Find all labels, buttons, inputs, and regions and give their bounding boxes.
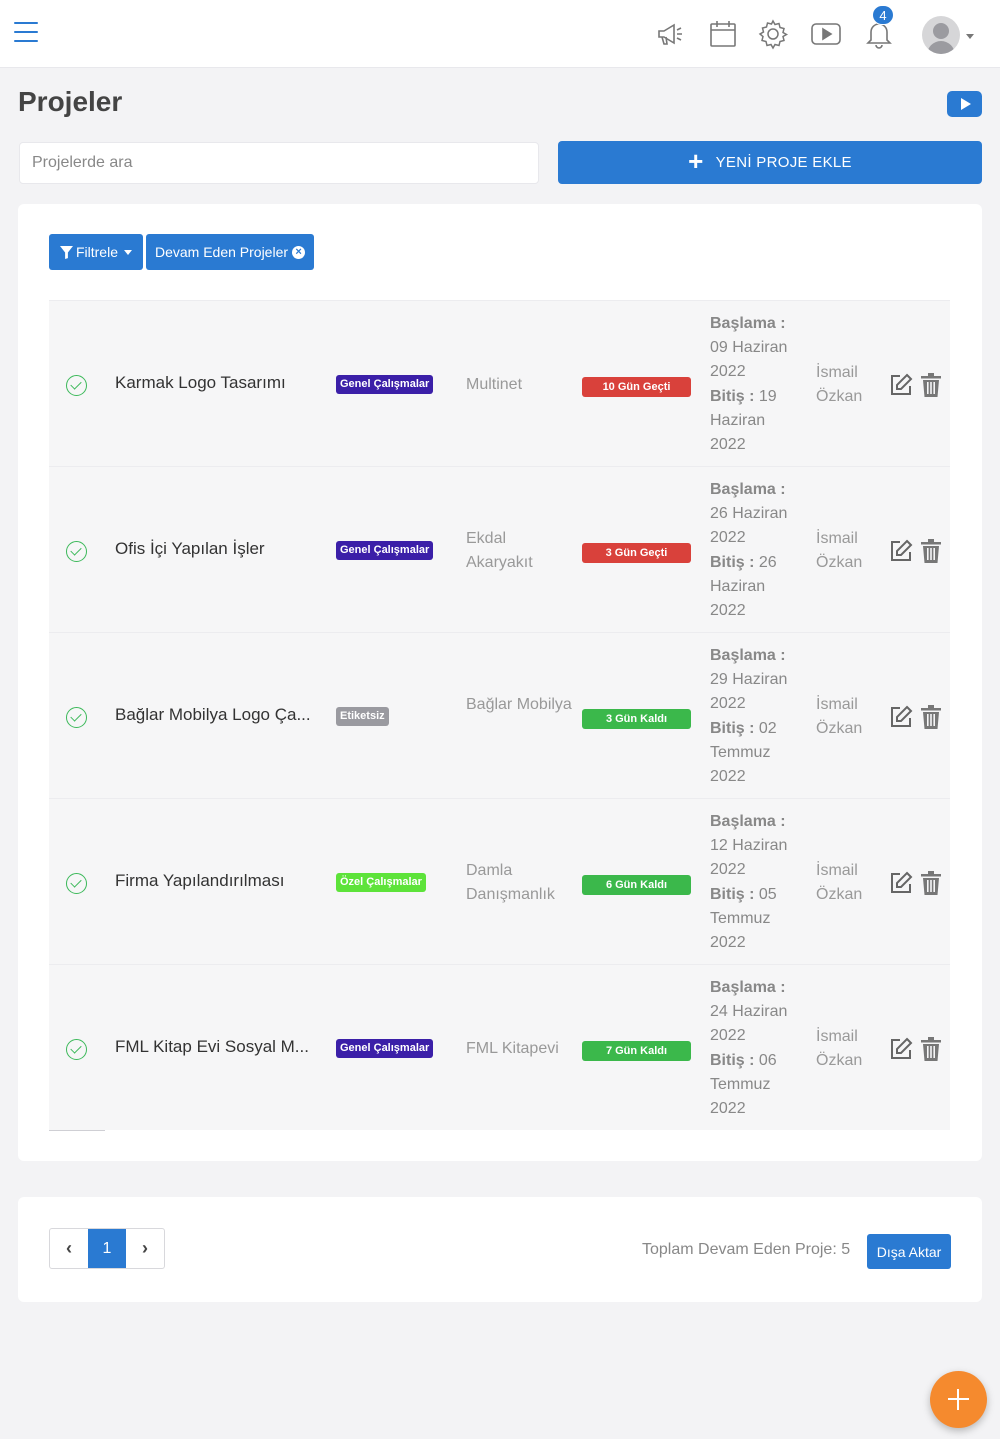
edit-icon[interactable] — [889, 871, 913, 895]
prev-page-button[interactable]: ‹ — [50, 1229, 88, 1268]
gear-icon[interactable] — [755, 16, 791, 52]
end-label: Bitiş : — [710, 1051, 755, 1069]
end-label: Bitiş : — [710, 387, 755, 405]
status-badge: 6 Gün Kaldı — [582, 875, 691, 895]
status-badge: 7 Gün Kaldı — [582, 1041, 691, 1061]
active-filter-chip[interactable]: Devam Eden Projeler × — [146, 234, 314, 270]
active-filter-label: Devam Eden Projeler — [154, 244, 289, 260]
end-label: Bitiş : — [710, 719, 755, 737]
start-date: 09 Haziran 2022 — [710, 339, 788, 381]
add-project-label: YENİ PROJE EKLE — [715, 154, 852, 171]
total-count: Toplam Devam Eden Proje: 5 — [642, 1241, 851, 1258]
start-date: 26 Haziran 2022 — [710, 505, 788, 547]
search-input[interactable] — [19, 142, 539, 184]
table-row: Karmak Logo Tasarımı Genel Çalışmalar Mult… — [49, 300, 950, 467]
edit-icon[interactable] — [889, 705, 913, 729]
status-badge: 10 Gün Geçti — [582, 377, 691, 397]
status-badge: 3 Gün Kaldı — [582, 709, 691, 729]
menu-icon[interactable] — [14, 22, 38, 44]
calendar-icon[interactable] — [705, 16, 741, 52]
project-tag: Genel Çalışmalar — [336, 1039, 434, 1058]
project-owner: İsmail Özkan — [816, 364, 863, 405]
project-name[interactable]: Firma Yapılandırılması — [115, 871, 320, 891]
trash-icon[interactable] — [920, 705, 942, 729]
notification-badge: 4 — [872, 5, 894, 25]
project-client: Damla Danışmanlık — [466, 862, 555, 903]
start-label: Başlama : — [710, 647, 786, 664]
start-date: 29 Haziran 2022 — [710, 671, 788, 713]
start-label: Başlama : — [710, 979, 786, 996]
project-dates: Başlama : 09 Haziran 2022 Bitiş : 19 Hazi… — [710, 312, 800, 457]
project-owner: İsmail Özkan — [816, 696, 863, 737]
filter-icon — [59, 245, 73, 259]
floating-add-button[interactable] — [930, 1371, 987, 1428]
chevron-down-icon[interactable] — [966, 34, 974, 39]
project-tag: Özel Çalışmalar — [336, 873, 426, 892]
next-page-button[interactable]: › — [126, 1229, 164, 1268]
start-label: Başlama : — [710, 481, 786, 498]
table-row: Bağlar Mobilya Logo Ça... Etiketsiz Bağlar… — [49, 632, 950, 799]
chevron-down-icon — [124, 249, 132, 255]
project-owner: İsmail Özkan — [816, 1028, 863, 1069]
project-owner: İsmail Özkan — [816, 530, 863, 571]
add-project-button[interactable]: + YENİ PROJE EKLE — [558, 141, 982, 184]
video-icon[interactable] — [808, 16, 844, 52]
trash-icon[interactable] — [920, 1037, 942, 1061]
trash-icon[interactable] — [920, 871, 942, 895]
table-row: FML Kitap Evi Sosyal M... Genel Çalışmala… — [49, 964, 950, 1131]
page-number-button[interactable]: 1 — [88, 1229, 126, 1268]
plus-icon: + — [688, 146, 704, 176]
project-name[interactable]: Bağlar Mobilya Logo Ça... — [115, 705, 320, 725]
project-dates: Başlama : 12 Haziran 2022 Bitiş : 05 Temm… — [710, 810, 800, 955]
start-date: 12 Haziran 2022 — [710, 837, 788, 879]
project-tag: Etiketsiz — [336, 707, 389, 726]
status-badge: 3 Gün Geçti — [582, 543, 691, 563]
edit-icon[interactable] — [889, 373, 913, 397]
trash-icon[interactable] — [920, 373, 942, 397]
project-owner: İsmail Özkan — [816, 862, 863, 903]
table-row: Ofis İçi Yapılan İşler Genel Çalışmalar Ek… — [49, 466, 950, 633]
end-label: Bitiş : — [710, 553, 755, 571]
check-circle-icon[interactable] — [66, 873, 87, 894]
end-label: Bitiş : — [710, 885, 755, 903]
check-circle-icon[interactable] — [66, 1039, 87, 1060]
check-circle-icon[interactable] — [66, 707, 87, 728]
project-name[interactable]: Ofis İçi Yapılan İşler — [115, 539, 320, 559]
project-dates: Başlama : 26 Haziran 2022 Bitiş : 26 Hazi… — [710, 478, 800, 623]
project-client: FML Kitapevi — [466, 1040, 559, 1057]
start-label: Başlama : — [710, 813, 786, 830]
row-divider — [49, 1130, 105, 1131]
filter-label: Filtrele — [75, 244, 118, 260]
project-client: Bağlar Mobilya — [466, 696, 572, 713]
export-button[interactable]: Dışa Aktar — [867, 1234, 951, 1269]
edit-icon[interactable] — [889, 1037, 913, 1061]
close-icon[interactable]: × — [292, 245, 306, 259]
project-tag: Genel Çalışmalar — [336, 375, 434, 394]
project-dates: Başlama : 29 Haziran 2022 Bitiş : 02 Temm… — [710, 644, 800, 789]
check-circle-icon[interactable] — [66, 375, 87, 396]
avatar[interactable] — [922, 16, 960, 54]
project-dates: Başlama : 24 Haziran 2022 Bitiş : 06 Temm… — [710, 976, 800, 1121]
bell-icon[interactable]: 4 — [861, 5, 897, 52]
project-name[interactable]: FML Kitap Evi Sosyal M... — [115, 1037, 320, 1057]
pagination: ‹ 1 › — [49, 1228, 165, 1269]
table-row: Firma Yapılandırılması Özel Çalışmalar Dam… — [49, 798, 950, 965]
top-bar: 4 — [0, 0, 1000, 68]
project-client: Ekdal Akaryakıt — [466, 530, 533, 571]
project-tag: Genel Çalışmalar — [336, 541, 434, 560]
page-title: Projeler — [18, 86, 123, 117]
check-circle-icon[interactable] — [66, 541, 87, 562]
project-name[interactable]: Karmak Logo Tasarımı — [115, 373, 320, 393]
megaphone-icon[interactable] — [652, 16, 688, 52]
project-client: Multinet — [466, 376, 523, 393]
edit-icon[interactable] — [889, 539, 913, 563]
start-label: Başlama : — [710, 315, 786, 332]
play-video-button[interactable] — [947, 91, 982, 117]
start-date: 24 Haziran 2022 — [710, 1003, 788, 1045]
filter-button[interactable]: Filtrele — [49, 234, 143, 270]
trash-icon[interactable] — [920, 539, 942, 563]
